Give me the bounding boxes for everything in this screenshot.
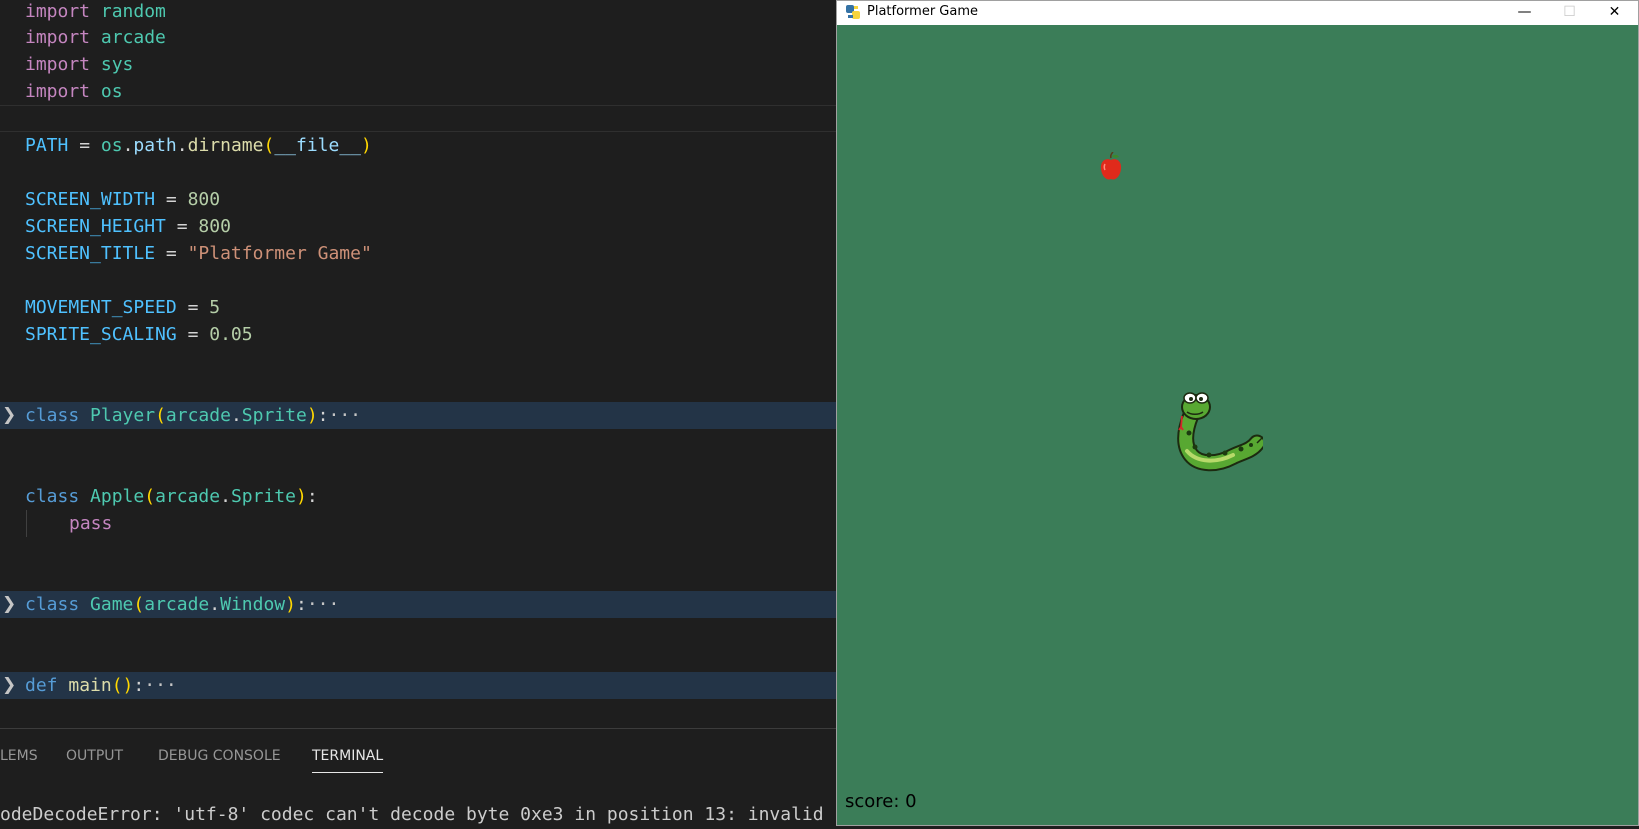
number-literal: 800 [198,216,231,237]
number-literal: 800 [187,189,221,210]
module-name: arcade [100,27,166,48]
class-name: Game [90,594,134,615]
keyword: import [25,81,91,102]
class-name: Sprite [230,486,296,507]
fold-ellipsis[interactable]: ··· [307,594,340,615]
keyword: def [25,675,58,696]
number-literal: 5 [209,297,221,318]
code-line[interactable]: SCREEN_HEIGHT = 800 [0,213,836,240]
python-app-icon [846,5,860,19]
operator: = [79,135,91,156]
keyword: import [25,1,91,22]
bottom-panel: LEMS OUTPUT DEBUG CONSOLE TERMINAL odeDe… [0,728,836,829]
class-name: Player [90,405,156,426]
code-line[interactable]: SCREEN_TITLE = "Platformer Game" [0,240,836,267]
operator: = [187,297,199,318]
keyword: import [25,27,91,48]
tab-output[interactable]: OUTPUT [66,746,123,772]
score-label: score: 0 [845,791,917,812]
operator: = [165,243,177,264]
current-line[interactable] [0,105,836,132]
argument-name: __file__ [274,135,362,156]
module-name: arcade [155,486,221,507]
code-line[interactable]: pass [0,510,836,537]
code-line[interactable]: SPRITE_SCALING = 0.05 [0,321,836,348]
tab-debug-console[interactable]: DEBUG CONSOLE [158,746,281,772]
code-line[interactable]: class Apple(arcade.Sprite): [0,483,836,510]
code-line[interactable]: import arcade [0,24,836,51]
variable-name: PATH [25,135,69,156]
window-titlebar[interactable]: Platformer Game — ☐ ✕ [837,1,1638,25]
variable-name: SPRITE_SCALING [25,324,177,345]
module-name: random [100,1,166,22]
code-line[interactable]: import os [0,78,836,105]
keyword: class [25,486,80,507]
chevron-right-icon[interactable]: ❯ [2,591,18,618]
module-name: os [100,135,123,156]
class-name: Window [220,594,286,615]
operator: = [187,324,199,345]
keyword: import [25,54,91,75]
function-name: dirname [187,135,264,156]
tab-problems[interactable]: LEMS [0,746,38,772]
code-editor[interactable]: import random import arcade import sys i… [0,0,836,728]
close-button[interactable]: ✕ [1592,1,1637,25]
snake-sprite [1177,392,1263,472]
folded-class-player[interactable]: ❯ class Player(arcade.Sprite):··· [0,402,836,429]
window-title: Platformer Game [867,4,979,19]
code-line[interactable]: import sys [0,51,836,78]
module-name: arcade [144,594,210,615]
operator: = [165,189,177,210]
function-name: main [68,675,112,696]
terminal-output[interactable]: odeDecodeError: 'utf-8' codec can't deco… [0,803,824,827]
minimize-button[interactable]: — [1502,1,1547,25]
variable-name: SCREEN_HEIGHT [25,216,166,237]
keyword: class [25,594,80,615]
number-literal: 0.05 [209,324,253,345]
chevron-right-icon[interactable]: ❯ [2,402,18,429]
variable-name: MOVEMENT_SPEED [25,297,177,318]
code-line[interactable]: PATH = os.path.dirname(__file__) [0,132,836,159]
code-line[interactable]: SCREEN_WIDTH = 800 [0,186,836,213]
fold-ellipsis[interactable]: ··· [144,675,177,696]
tab-terminal[interactable]: TERMINAL [312,746,384,773]
folded-class-game[interactable]: ❯ class Game(arcade.Window):··· [0,591,836,618]
variable-name: SCREEN_TITLE [25,243,156,264]
maximize-button[interactable]: ☐ [1547,1,1592,25]
game-canvas[interactable]: score: 0 [837,25,1638,825]
keyword: pass [69,513,113,534]
chevron-right-icon[interactable]: ❯ [2,672,18,699]
operator: = [176,216,188,237]
variable-name: SCREEN_WIDTH [25,189,156,210]
game-window[interactable]: Platformer Game — ☐ ✕ score: 0 [836,0,1639,826]
code-line[interactable]: MOVEMENT_SPEED = 5 [0,294,836,321]
apple-sprite [1100,152,1122,180]
fold-ellipsis[interactable]: ··· [329,405,362,426]
attribute-name: path [133,135,177,156]
module-name: os [100,81,123,102]
folded-def-main[interactable]: ❯ def main():··· [0,672,836,699]
module-name: sys [100,54,134,75]
class-name: Sprite [241,405,307,426]
string-literal: "Platformer Game" [187,243,372,264]
class-name: Apple [90,486,145,507]
code-line[interactable]: import random [0,0,836,25]
module-name: arcade [165,405,231,426]
keyword: class [25,405,80,426]
